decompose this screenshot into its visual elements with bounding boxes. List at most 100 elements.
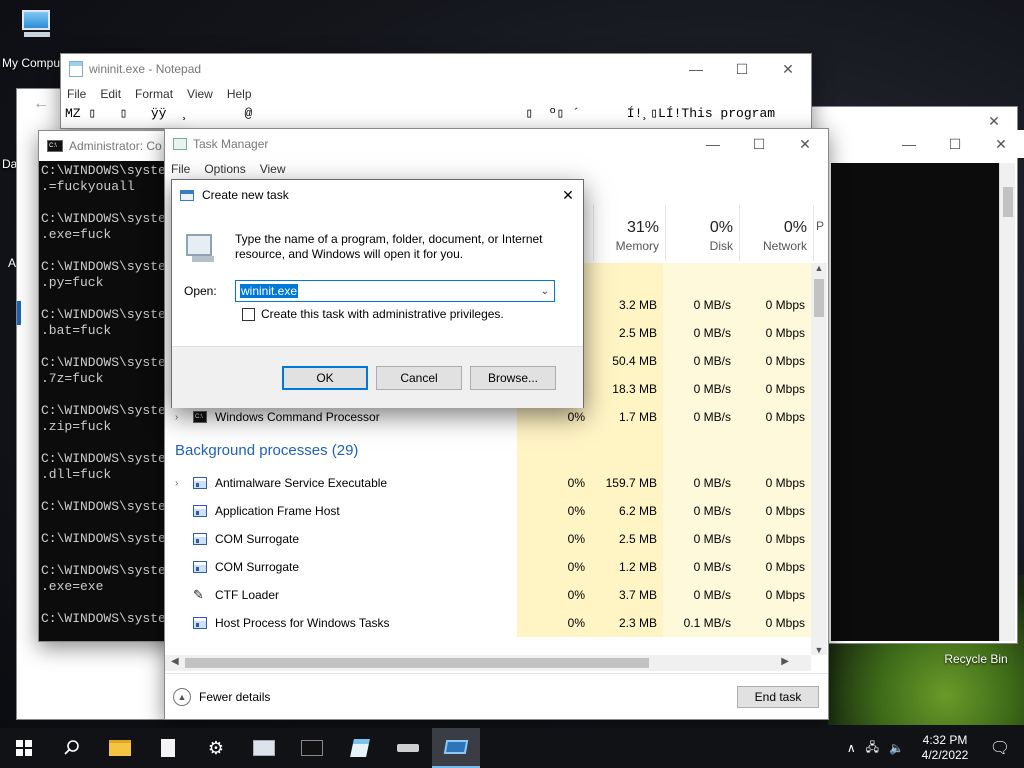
- chevron-right-icon[interactable]: ›: [175, 412, 185, 423]
- column-header-disk[interactable]: 0% Disk: [665, 205, 739, 261]
- process-icon: [193, 617, 207, 629]
- chevron-up-icon[interactable]: ∧: [847, 741, 856, 755]
- scroll-down-icon[interactable]: ▼: [811, 645, 827, 655]
- minimize-icon[interactable]: —: [673, 54, 719, 84]
- chevron-right-icon[interactable]: ›: [175, 478, 185, 489]
- scroll-left-icon[interactable]: ◀: [171, 656, 179, 667]
- task-manager-icon: [173, 138, 187, 150]
- process-icon: [193, 533, 207, 545]
- checkbox-box: [242, 307, 255, 321]
- notepad-taskbar-icon[interactable]: [336, 728, 384, 768]
- network-cell: 0 Mbps: [737, 525, 811, 553]
- open-input[interactable]: wininit.exe ⌄: [235, 280, 555, 302]
- process-name: COM Surrogate: [215, 560, 300, 574]
- table-row[interactable]: Application Frame Host 0% 6.2 MB 0 MB/s 0 Mb…: [165, 497, 811, 525]
- back-arrow-icon[interactable]: ←: [33, 95, 49, 113]
- cmd-line: [41, 339, 175, 355]
- menu-file[interactable]: File: [171, 162, 190, 176]
- cmd-titlebar[interactable]: C:\ Administrator: Co: [39, 131, 177, 161]
- run-dialog-taskbar-icon[interactable]: [432, 728, 480, 768]
- notepad-title: wininit.exe - Notepad: [89, 62, 202, 76]
- cpu-cell: 0%: [517, 525, 591, 553]
- table-row[interactable]: ✎ CTF Loader 0% 3.7 MB 0 MB/s 0 Mbps: [165, 581, 811, 609]
- cmd-window[interactable]: C:\ Administrator: Co C:\WINDOWS\syste .=…: [38, 130, 178, 642]
- column-header-power[interactable]: P: [813, 205, 829, 261]
- menu-options[interactable]: Options: [204, 162, 245, 176]
- network-icon[interactable]: 🖧: [866, 738, 879, 759]
- close-icon[interactable]: ✕: [765, 54, 811, 84]
- menu-edit[interactable]: Edit: [100, 87, 121, 101]
- admin-checkbox[interactable]: Create this task with administrative pri…: [242, 307, 504, 321]
- clock[interactable]: 4:32 PM 4/2/2022: [914, 733, 976, 763]
- search-icon[interactable]: [48, 728, 96, 768]
- cmd-line: C:\WINDOWS\syste: [41, 451, 166, 466]
- fewer-details-button[interactable]: ▲ Fewer details: [173, 688, 270, 706]
- volume-icon[interactable]: 🔈: [889, 741, 904, 755]
- menu-format[interactable]: Format: [135, 87, 173, 101]
- cmd-line: .exe=exe: [41, 579, 104, 594]
- table-row[interactable]: COM Surrogate 0% 1.2 MB 0 MB/s 0 Mbps: [165, 553, 811, 581]
- cmd-line: C:\WINDOWS\syste: [41, 259, 166, 274]
- dialog-titlebar[interactable]: Create new task ✕: [172, 180, 583, 210]
- minimize-icon[interactable]: —: [886, 129, 932, 159]
- network-cell: 0 Mbps: [737, 347, 811, 375]
- notepad-text-area[interactable]: MZ ▯ ▯ ÿÿ ¸ @ ▯ º▯ ´ Í!¸▯LÍ!This program: [61, 104, 811, 126]
- scrollbar-thumb[interactable]: [185, 658, 649, 668]
- scroll-right-icon[interactable]: ▶: [781, 656, 789, 667]
- command-prompt-icon[interactable]: [288, 728, 336, 768]
- scroll-up-icon[interactable]: ▲: [811, 263, 827, 273]
- background-console-window[interactable]: ✕: [808, 106, 1018, 644]
- ok-button[interactable]: OK: [282, 366, 368, 390]
- notepad-window[interactable]: wininit.exe - Notepad — ☐ ✕ File Edit Fo…: [60, 53, 812, 129]
- cpu-cell: 0%: [517, 581, 591, 609]
- horizontal-scrollbar[interactable]: ◀ ▶: [165, 655, 811, 671]
- maximize-icon[interactable]: ☐: [719, 54, 765, 84]
- close-icon[interactable]: ✕: [553, 180, 583, 210]
- notepad-menubar: File Edit Format View Help: [61, 84, 811, 104]
- task-manager-taskbar-icon[interactable]: [240, 728, 288, 768]
- menu-help[interactable]: Help: [227, 87, 252, 101]
- file-explorer-icon[interactable]: [96, 728, 144, 768]
- browse-button[interactable]: Browse...: [470, 366, 556, 390]
- scrollbar-thumb[interactable]: [1003, 187, 1013, 217]
- nav-selection-indicator: [17, 301, 21, 325]
- close-icon[interactable]: ✕: [782, 129, 828, 159]
- document-icon[interactable]: [144, 728, 192, 768]
- disk-cell: 0 MB/s: [663, 347, 737, 375]
- create-task-dialog[interactable]: Create new task ✕ Type the name of a pro…: [171, 179, 584, 408]
- column-header-memory[interactable]: 31% Memory: [593, 205, 665, 261]
- close-icon[interactable]: ✕: [978, 129, 1024, 159]
- menu-view[interactable]: View: [260, 162, 286, 176]
- dialog-title: Create new task: [202, 188, 289, 202]
- settings-gear-icon[interactable]: ⚙: [192, 728, 240, 768]
- minimize-icon[interactable]: —: [690, 129, 736, 159]
- chevron-down-icon[interactable]: ⌄: [536, 286, 554, 297]
- table-row[interactable]: Host Process for Windows Tasks 0% 2.3 MB 0.…: [165, 609, 811, 637]
- process-name: CTF Loader: [215, 588, 280, 602]
- cpu-cell: 0%: [517, 609, 591, 637]
- notepad-titlebar[interactable]: wininit.exe - Notepad — ☐ ✕: [61, 54, 811, 84]
- drive-icon[interactable]: [384, 728, 432, 768]
- table-row[interactable]: COM Surrogate 0% 2.5 MB 0 MB/s 0 Mbps: [165, 525, 811, 553]
- network-cell: 0 Mbps: [737, 319, 811, 347]
- notification-icon[interactable]: 🗨: [976, 738, 1024, 758]
- column-header-network[interactable]: 0% Network: [739, 205, 813, 261]
- cmd-line: [41, 595, 175, 611]
- end-task-button[interactable]: End task: [737, 686, 819, 708]
- menu-file[interactable]: File: [67, 87, 86, 101]
- vertical-scrollbar[interactable]: ▲ ▼: [811, 263, 827, 655]
- cpu-cell: 0%: [517, 469, 591, 497]
- cmd-line: C:\WINDOWS\syste: [41, 611, 166, 626]
- scrollbar-thumb[interactable]: [814, 279, 824, 317]
- cmd-line: [41, 515, 175, 531]
- windows-start-icon[interactable]: [0, 728, 48, 768]
- table-row[interactable]: › Antimalware Service Executable 0% 159.7 M…: [165, 469, 811, 497]
- process-name: Windows Command Processor: [215, 410, 380, 424]
- cmd-output[interactable]: C:\WINDOWS\syste .=fuckyouall C:\WINDOWS\s…: [39, 161, 177, 629]
- cancel-button[interactable]: Cancel: [376, 366, 462, 390]
- menu-view[interactable]: View: [187, 87, 213, 101]
- maximize-icon[interactable]: ☐: [736, 129, 782, 159]
- maximize-icon[interactable]: ☐: [932, 129, 978, 159]
- task-manager-titlebar[interactable]: Task Manager — ☐ ✕: [165, 129, 828, 159]
- cmd-title: Administrator: Co: [69, 139, 162, 153]
